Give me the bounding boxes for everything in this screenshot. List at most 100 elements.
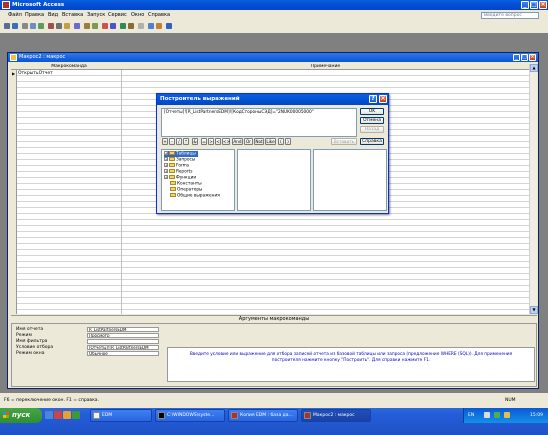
scroll-up-icon[interactable]: ▲ xyxy=(530,64,538,72)
menu-file[interactable]: Файл xyxy=(8,12,22,19)
expand-icon[interactable]: + xyxy=(164,151,168,155)
op-less-button[interactable]: < xyxy=(215,138,221,145)
tray-network-icon[interactable] xyxy=(484,412,490,418)
op-equal-button[interactable]: = xyxy=(201,138,207,145)
op-divide-button[interactable]: / xyxy=(176,138,182,145)
folder-icon xyxy=(169,169,175,173)
delete-row-icon[interactable] xyxy=(110,23,116,29)
menu-insert[interactable]: Вставка xyxy=(62,12,83,19)
arg-value-where-condition[interactable]: [Отчеты]![R_ListPartnersEDM xyxy=(87,345,159,350)
quick-launch-app-icon[interactable] xyxy=(54,411,62,419)
start-button[interactable]: пуск xyxy=(0,408,42,423)
quick-launch-desktop-icon[interactable] xyxy=(45,411,53,419)
macro-names-icon[interactable] xyxy=(84,23,90,29)
column-header-action[interactable]: Макрокоманда xyxy=(17,64,121,70)
object-values-pane[interactable] xyxy=(313,149,387,211)
op-and-button[interactable]: And xyxy=(232,138,243,145)
cut-icon[interactable] xyxy=(48,23,54,29)
undo-button[interactable]: Назад xyxy=(360,126,384,133)
op-concat-button[interactable]: & xyxy=(192,138,198,145)
copy-icon[interactable] xyxy=(56,23,62,29)
column-divider[interactable] xyxy=(121,64,122,314)
taskbar-item-edm[interactable]: EDM xyxy=(90,409,152,422)
cancel-button[interactable]: Отмена xyxy=(360,117,384,124)
taskbar-item-database[interactable]: Копия EDM : база да... xyxy=(228,409,298,422)
child-minimize-icon[interactable]: _ xyxy=(513,54,520,61)
op-open-paren-button[interactable]: ( xyxy=(278,138,284,145)
save-icon[interactable] xyxy=(12,23,18,29)
step-icon[interactable] xyxy=(128,23,134,29)
dialog-close-icon[interactable]: × xyxy=(379,95,387,103)
op-multiply-button[interactable]: * xyxy=(183,138,189,145)
op-not-equal-button[interactable]: <> xyxy=(222,138,230,145)
new-object-icon[interactable] xyxy=(156,23,162,29)
dialog-help-icon[interactable]: ? xyxy=(369,95,377,103)
arg-value-report-name[interactable]: R_ListPartnersEDM xyxy=(87,327,159,332)
quick-launch-browser-icon[interactable] xyxy=(72,411,80,419)
insert-button[interactable]: Вставить xyxy=(331,138,357,145)
app-titlebar[interactable]: Microsoft Access _ □ × xyxy=(0,0,548,10)
op-close-paren-button[interactable]: ) xyxy=(285,138,291,145)
spelling-icon[interactable] xyxy=(38,23,44,29)
menu-run[interactable]: Запуск xyxy=(87,12,105,19)
object-contents-pane[interactable] xyxy=(237,149,311,211)
object-tree-pane[interactable]: + Таблицы + Запросы + Forms + Reports + Функц… xyxy=(161,149,235,211)
arg-value-filter-name[interactable] xyxy=(87,339,159,344)
print-icon[interactable] xyxy=(22,23,28,29)
maximize-icon[interactable]: □ xyxy=(530,1,538,9)
child-maximize-icon[interactable]: □ xyxy=(521,54,528,61)
tree-item-common-expressions[interactable]: Общие выражения xyxy=(170,193,220,199)
menu-edit[interactable]: Правка xyxy=(25,12,44,19)
row-selector-column[interactable] xyxy=(11,64,17,314)
macro-window-titlebar[interactable]: Макрос2 : макрос _ □ × xyxy=(8,53,538,62)
conditions-icon[interactable] xyxy=(92,23,98,29)
expand-icon[interactable]: + xyxy=(164,169,168,173)
menu-view[interactable]: Вид xyxy=(48,12,58,19)
expand-icon[interactable]: + xyxy=(164,157,168,161)
run-icon[interactable] xyxy=(120,23,126,29)
help-icon[interactable] xyxy=(166,23,172,29)
vertical-scrollbar[interactable]: ▲ ▼ xyxy=(529,64,538,314)
op-plus-button[interactable]: + xyxy=(162,138,168,145)
paste-icon[interactable] xyxy=(64,23,70,29)
taskbar-item-cmd[interactable]: C:\WINDOWS\syste... xyxy=(155,409,225,422)
grid-header: Макрокоманда Примечание xyxy=(11,64,529,70)
op-like-button[interactable]: Like xyxy=(265,138,276,145)
folder-icon xyxy=(93,412,100,419)
clock[interactable]: 15:09 xyxy=(530,408,543,423)
menu-tools[interactable]: Сервис xyxy=(108,12,127,19)
macro-action-cell[interactable]: ОткрытьОтчет xyxy=(18,71,53,76)
dialog-titlebar[interactable]: Построитель выражений ? × xyxy=(157,94,388,105)
folder-icon xyxy=(169,163,175,167)
help-question-input[interactable]: Введите вопрос xyxy=(481,12,539,19)
build-icon[interactable] xyxy=(138,23,144,29)
expand-icon[interactable]: + xyxy=(164,175,168,179)
op-minus-button[interactable]: - xyxy=(169,138,175,145)
arg-value-window-mode[interactable]: Обычное xyxy=(87,351,159,356)
taskbar-item-macro[interactable]: Макрос2 : макрос xyxy=(301,409,371,422)
close-icon[interactable]: × xyxy=(539,1,547,9)
scroll-down-icon[interactable]: ▼ xyxy=(530,306,538,314)
op-greater-button[interactable]: > xyxy=(208,138,214,145)
ok-button[interactable]: OK xyxy=(360,108,384,115)
menu-help[interactable]: Справка xyxy=(148,12,170,19)
op-or-button[interactable]: Or xyxy=(244,138,253,145)
help-button[interactable]: Справка xyxy=(360,138,384,145)
language-indicator[interactable]: EN xyxy=(468,408,474,423)
expand-icon[interactable]: + xyxy=(164,163,168,167)
arg-value-view[interactable]: Просмотр xyxy=(87,333,159,338)
view-icon[interactable] xyxy=(4,23,10,29)
minimize-icon[interactable]: _ xyxy=(521,1,529,9)
column-header-note[interactable]: Примечание xyxy=(122,64,529,70)
expression-input[interactable]: [Отчеты]![R_ListPartnersEDM]![КодСтороны… xyxy=(161,108,357,137)
menu-window[interactable]: Окно xyxy=(131,12,144,19)
insert-row-icon[interactable] xyxy=(102,23,108,29)
undo-icon[interactable] xyxy=(74,23,80,29)
op-not-button[interactable]: Not xyxy=(254,138,264,145)
tray-volume-icon[interactable] xyxy=(504,412,510,418)
database-window-icon[interactable] xyxy=(148,23,154,29)
preview-icon[interactable] xyxy=(30,23,36,29)
child-close-icon[interactable]: × xyxy=(529,54,536,61)
quick-launch-folder-icon[interactable] xyxy=(63,411,71,419)
tray-security-icon[interactable] xyxy=(494,412,500,418)
